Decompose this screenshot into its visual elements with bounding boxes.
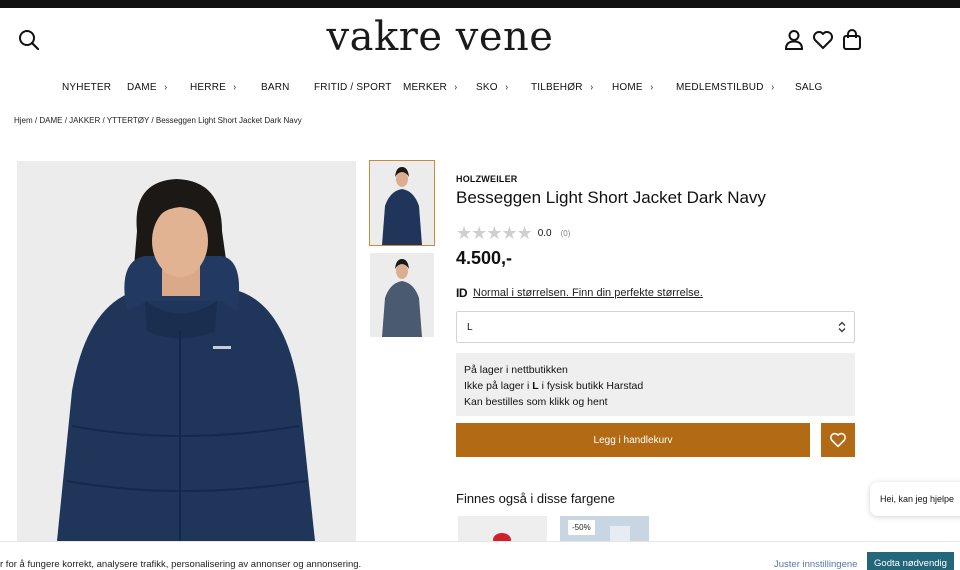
site-logo[interactable]: vakre vene xyxy=(320,14,560,60)
product-rating[interactable]: ★★★★★ 0.0 (0) xyxy=(456,223,570,244)
breadcrumb-current: Besseggen Light Short Jacket Dark Navy xyxy=(155,116,302,125)
bag-icon[interactable] xyxy=(842,29,862,51)
nav-item-medlemstilbud[interactable]: MEDLEMSTILBUD › xyxy=(676,82,774,93)
heart-icon[interactable] xyxy=(812,30,834,50)
product-main-image[interactable] xyxy=(17,161,356,541)
breadcrumb-link-hjem[interactable]: Hjem xyxy=(14,116,33,125)
breadcrumb-link-dame[interactable]: DAME xyxy=(39,116,62,125)
nav-item-tilbehor[interactable]: TILBEHØR › xyxy=(531,82,593,93)
add-to-cart-button[interactable]: Legg i handlekurv xyxy=(456,423,810,457)
selected-size: L xyxy=(467,321,473,333)
nav-item-home[interactable]: HOME › xyxy=(612,82,653,93)
nav-item-sko[interactable]: SKO › xyxy=(476,82,508,93)
chevron-right-icon: › xyxy=(650,82,653,93)
size-select[interactable]: L xyxy=(456,311,855,343)
select-arrows-icon xyxy=(838,321,846,333)
stock-online: På lager i nettbutikken xyxy=(464,364,568,376)
chevron-right-icon: › xyxy=(454,82,458,93)
heart-icon xyxy=(830,432,846,448)
nav-item-fritid-sport[interactable]: FRITID / SPORT xyxy=(314,82,392,93)
cookie-accept-button[interactable]: Godta nødvendig xyxy=(867,552,954,570)
nav-item-barn[interactable]: BARN xyxy=(261,82,290,93)
stock-store: Ikke på lager i L i fysisk butikk Harsta… xyxy=(464,380,644,392)
stock-click-collect: Kan bestilles som klikk og hent xyxy=(464,396,608,408)
breadcrumb-link-jakker[interactable]: JAKKER xyxy=(69,116,100,125)
sale-badge: -50% xyxy=(568,520,595,535)
breadcrumb-link-yttertoy[interactable]: YTTERTØY xyxy=(107,116,149,125)
size-guide[interactable]: ID Normal i størrelsen. Finn din perfekt… xyxy=(456,286,703,300)
size-guide-link[interactable]: Normal i størrelsen. Finn din perfekte s… xyxy=(473,287,703,299)
search-icon[interactable] xyxy=(18,29,40,51)
breadcrumb: Hjem / DAME / JAKKER / YTTERTØY / Besseg… xyxy=(14,116,302,125)
product-brand[interactable]: HOLZWEILER xyxy=(456,174,518,184)
star-icon: ★★★★★ xyxy=(456,223,533,243)
nav-item-dame[interactable]: DAME › xyxy=(127,82,167,93)
chevron-right-icon: › xyxy=(589,82,593,93)
thumbnail-2[interactable] xyxy=(370,253,434,337)
rating-value: 0.0 xyxy=(537,228,552,239)
account-icon[interactable] xyxy=(784,29,804,51)
chat-widget[interactable]: Hei, kan jeg hjelpe xyxy=(870,482,960,516)
nav-item-nyheter[interactable]: NYHETER xyxy=(62,82,111,93)
chevron-right-icon: › xyxy=(233,82,237,93)
chevron-right-icon: › xyxy=(505,82,508,93)
thumbnail-1[interactable] xyxy=(369,160,435,246)
stock-info: På lager i nettbutikken Ikke på lager i … xyxy=(456,353,855,416)
product-price: 4.500,- xyxy=(456,248,513,268)
nav-item-herre[interactable]: HERRE › xyxy=(190,82,237,93)
cookie-banner: r for å fungere korrekt, analysere trafi… xyxy=(0,541,960,570)
cookie-settings-link[interactable]: Juster innstillingene xyxy=(774,559,857,570)
top-black-bar xyxy=(0,0,960,8)
nav-item-merker[interactable]: MERKER › xyxy=(403,82,458,93)
cookie-text: r for å fungere korrekt, analysere trafi… xyxy=(0,559,362,570)
chevron-right-icon: › xyxy=(164,82,167,93)
wishlist-button[interactable] xyxy=(821,423,855,457)
chevron-right-icon: › xyxy=(770,82,774,93)
review-count: (0) xyxy=(560,229,571,238)
fit-logo-icon: ID xyxy=(456,286,468,300)
other-colors-heading: Finnes også i disse fargene xyxy=(456,491,615,506)
product-title: Besseggen Light Short Jacket Dark Navy xyxy=(456,188,766,207)
main-nav: NYHETER DAME › HERRE › BARN FRITID / SPORT… xyxy=(0,82,960,98)
nav-item-salg[interactable]: SALG xyxy=(795,82,822,93)
